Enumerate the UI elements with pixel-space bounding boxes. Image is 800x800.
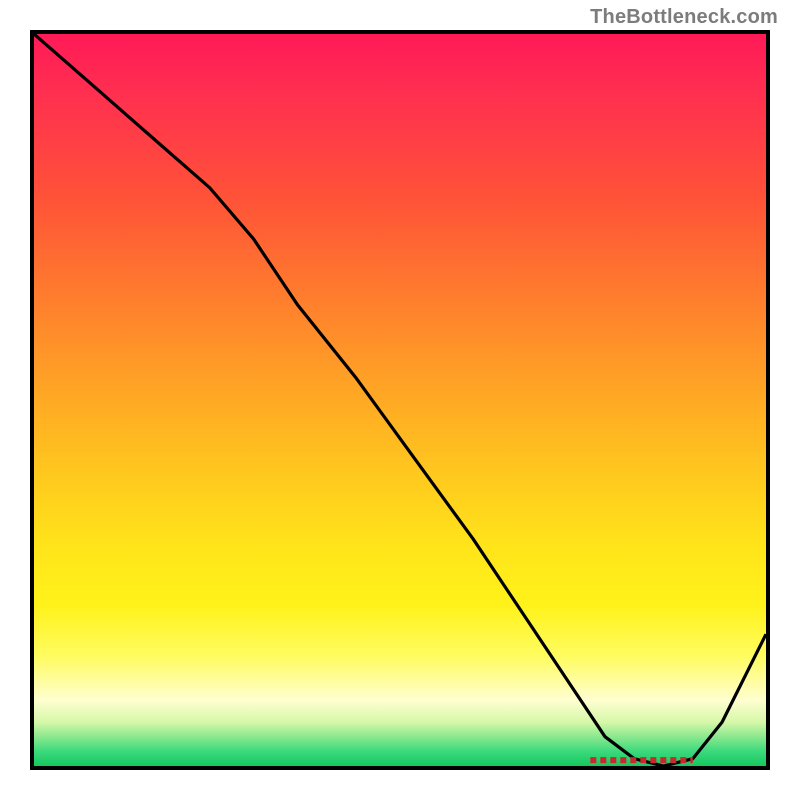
curve-line: [34, 34, 766, 766]
chart-container: TheBottleneck.com: [0, 0, 800, 800]
chart-svg: [34, 34, 766, 766]
watermark-text: TheBottleneck.com: [590, 6, 778, 29]
plot-area: [30, 30, 770, 770]
